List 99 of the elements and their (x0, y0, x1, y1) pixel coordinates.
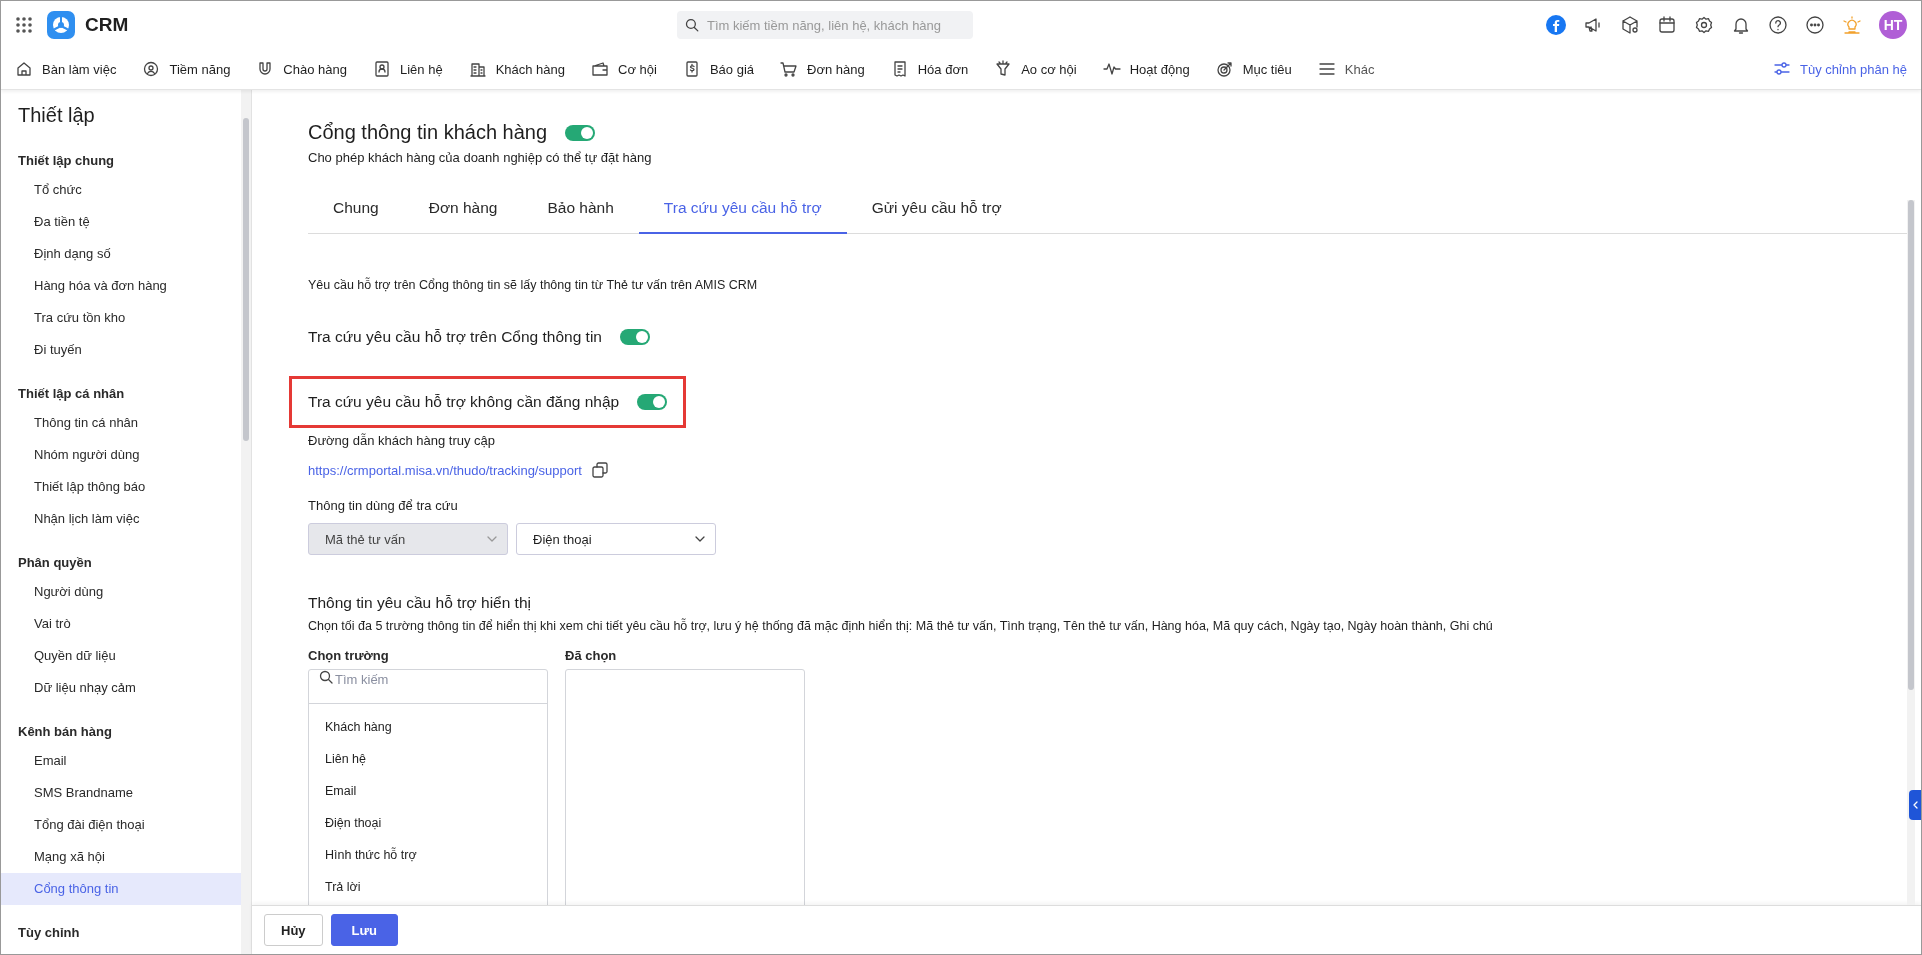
nav-tab[interactable]: Khách hàng (468, 60, 566, 78)
sidebar-item[interactable]: Dữ liệu nhạy cảm (1, 672, 241, 704)
section-title: Thông tin yêu cầu hỗ trợ hiển thị (308, 594, 532, 612)
field-label: Thông tin dùng để tra cứu (308, 498, 459, 513)
collapse-tab[interactable] (1909, 790, 1921, 820)
setting-label: Tra cứu yêu cầu hỗ trợ trên Cổng thông tin (308, 328, 602, 346)
settings-icon[interactable] (1694, 15, 1714, 35)
list-search-field[interactable]: Tìm kiếm (309, 670, 547, 704)
sidebar-item[interactable]: Cổng thông tin (1, 873, 241, 905)
app-name: CRM (85, 14, 129, 36)
tab[interactable]: Gửi yêu cầu hỗ trợ (846, 185, 1027, 234)
list-item[interactable]: Email (309, 775, 547, 807)
search-icon (685, 18, 699, 32)
sidebar-item[interactable]: Đa tiền tệ (1, 206, 241, 238)
nav-tab[interactable]: Mục tiêu (1215, 60, 1292, 78)
notifications-icon[interactable] (1731, 15, 1751, 35)
sidebar-item[interactable]: Hàng hóa và đơn hàng (1, 270, 241, 302)
section-note: Chọn tối đa 5 trường thông tin để hiển thị khi xem chi tiết yêu cầu hỗ trợ, lưu ý hệ thống đã mặc định hiển thị: Mã thẻ tư vấn, Tình trạng, Tên thẻ tư vấn, Hàng hóa, Mã quy cách, Ngày tạo, Ngày hoàn thành, Ghi chú (308, 619, 1494, 633)
box-search-icon[interactable] (1620, 15, 1640, 35)
calendar-icon[interactable] (1657, 15, 1677, 35)
nav-icon (1215, 60, 1234, 78)
toggle-switch[interactable] (565, 124, 596, 141)
chevron-left-icon (1911, 800, 1919, 810)
portal-link[interactable]: https://crmportal.misa.vn/thudo/tracking/support (308, 462, 582, 478)
customize-link[interactable]: Tùy chỉnh phân hệ (1773, 60, 1907, 78)
sidebar-title: Thiết lập (18, 104, 96, 127)
sidebar-item[interactable]: Tra cứu tồn kho (1, 302, 241, 334)
sidebar-group-title: Thiết lập cá nhân (18, 386, 126, 401)
dropdown-field: Mã thẻ tư vấn (308, 523, 508, 555)
search-field[interactable]: Tìm kiếm tiềm năng, liên hệ, khách hàng (677, 11, 974, 39)
tab[interactable]: Bảo hành (522, 185, 639, 234)
help-icon[interactable] (1768, 15, 1788, 35)
list-item[interactable]: Liên hệ (309, 743, 547, 775)
sidebar-item[interactable]: SMS Brandname (1, 777, 241, 809)
list-item[interactable]: Khách hàng (309, 711, 547, 743)
scrollbar-thumb[interactable] (243, 118, 249, 441)
toggle-switch[interactable] (619, 329, 650, 345)
tab[interactable]: Đơn hàng (403, 185, 523, 234)
tab[interactable]: Chung (308, 185, 404, 234)
nav-icon (15, 60, 33, 78)
list-item[interactable]: Điện thoại (309, 807, 547, 839)
save-button[interactable]: Lưu (330, 914, 398, 946)
toggle-switch[interactable] (637, 394, 668, 410)
sidebar-item[interactable]: Vai trò (1, 608, 241, 640)
sidebar-group-title: Tùy chỉnh (18, 925, 81, 940)
more-menu[interactable]: Khác (1317, 60, 1375, 78)
nav-tab[interactable]: Bàn làm việc (15, 60, 117, 78)
sidebar-group-title: Phân quyền (18, 555, 93, 570)
sidebar-item[interactable]: Thông tin cá nhân (1, 407, 241, 439)
nav-tab[interactable]: Hoạt động (1102, 60, 1190, 78)
nav-tab[interactable]: Tiềm năng (142, 60, 231, 78)
page-subtitle: Cho phép khách hàng của doanh nghiệp có thể tự đặt hàng (308, 150, 653, 165)
setting-label: Tra cứu yêu cầu hỗ trợ không cần đăng nhập (308, 393, 620, 411)
dropdown-field[interactable]: Điện thoại (516, 523, 716, 555)
nav-icon (591, 60, 610, 78)
nav-tab[interactable]: Liên hệ (373, 60, 443, 78)
nav-tab[interactable]: Ao cơ hội (994, 60, 1077, 78)
nav-tab[interactable]: Đơn hàng (780, 60, 865, 78)
sidebar-item[interactable]: Email (1, 745, 241, 777)
column-label: Đã chọn (565, 648, 618, 663)
nav-icon (468, 60, 487, 78)
sidebar-item[interactable]: Tổ chức (1, 174, 241, 206)
nav-icon (780, 60, 798, 78)
sidebar-item[interactable]: Thiết lập thông báo (1, 471, 241, 503)
nav-tab[interactable]: Cơ hội (591, 60, 657, 78)
facebook-icon[interactable] (1546, 15, 1566, 35)
sidebar-item[interactable]: Tổng đài điện thoại (1, 809, 241, 841)
info-text: Yêu cầu hỗ trợ trên Cổng thông tin sẽ lấy thông tin từ Thẻ tư vấn trên AMIS CRM (308, 278, 759, 292)
page-title: Cổng thông tin khách hàng (308, 121, 548, 144)
cancel-button[interactable]: Hủy (264, 914, 323, 946)
sidebar-item[interactable]: Định dạng số (1, 238, 241, 270)
sidebar-item[interactable]: Quyền dữ liệu (1, 640, 241, 672)
sidebar-item[interactable]: Người dùng (1, 576, 241, 608)
sidebar-item[interactable]: Nhóm người dùng (1, 439, 241, 471)
nav-tab[interactable]: Báo giá (682, 60, 754, 78)
search-input[interactable]: Tìm kiếm tiềm năng, liên hệ, khách hàng (704, 16, 966, 34)
scrollbar-thumb[interactable] (1908, 200, 1914, 690)
more-icon[interactable] (1805, 15, 1825, 35)
nav-tab[interactable]: Hóa đơn (890, 60, 969, 78)
nav-icon (373, 60, 391, 78)
sidebar-item[interactable]: Đi tuyến (1, 334, 241, 366)
field-label: Đường dẫn khách hàng truy cập (308, 433, 497, 448)
search-icon (319, 670, 333, 684)
list-item[interactable]: Trả lời (309, 871, 547, 903)
column-label: Chọn trường (308, 648, 390, 663)
sidebar-item[interactable]: Mạng xã hội (1, 841, 241, 873)
sliders-icon (1773, 60, 1792, 78)
sidebar-group-title: Thiết lập chung (18, 153, 116, 168)
menu-icon (1317, 60, 1336, 78)
nav-tab[interactable]: Chào hàng (256, 60, 347, 78)
list-item[interactable]: Hình thức hỗ trợ (309, 839, 547, 871)
user-avatar[interactable]: HT (1879, 11, 1907, 39)
sidebar-group-title: Kênh bán hàng (18, 724, 113, 739)
nav-icon (142, 60, 161, 78)
sidebar-item[interactable]: Nhận lịch làm việc (1, 503, 241, 535)
tab[interactable]: Tra cứu yêu cầu hỗ trợ (638, 185, 847, 234)
crm-logo-icon[interactable] (47, 11, 75, 39)
app-grid-icon[interactable] (15, 16, 33, 34)
copy-icon[interactable] (591, 462, 608, 478)
